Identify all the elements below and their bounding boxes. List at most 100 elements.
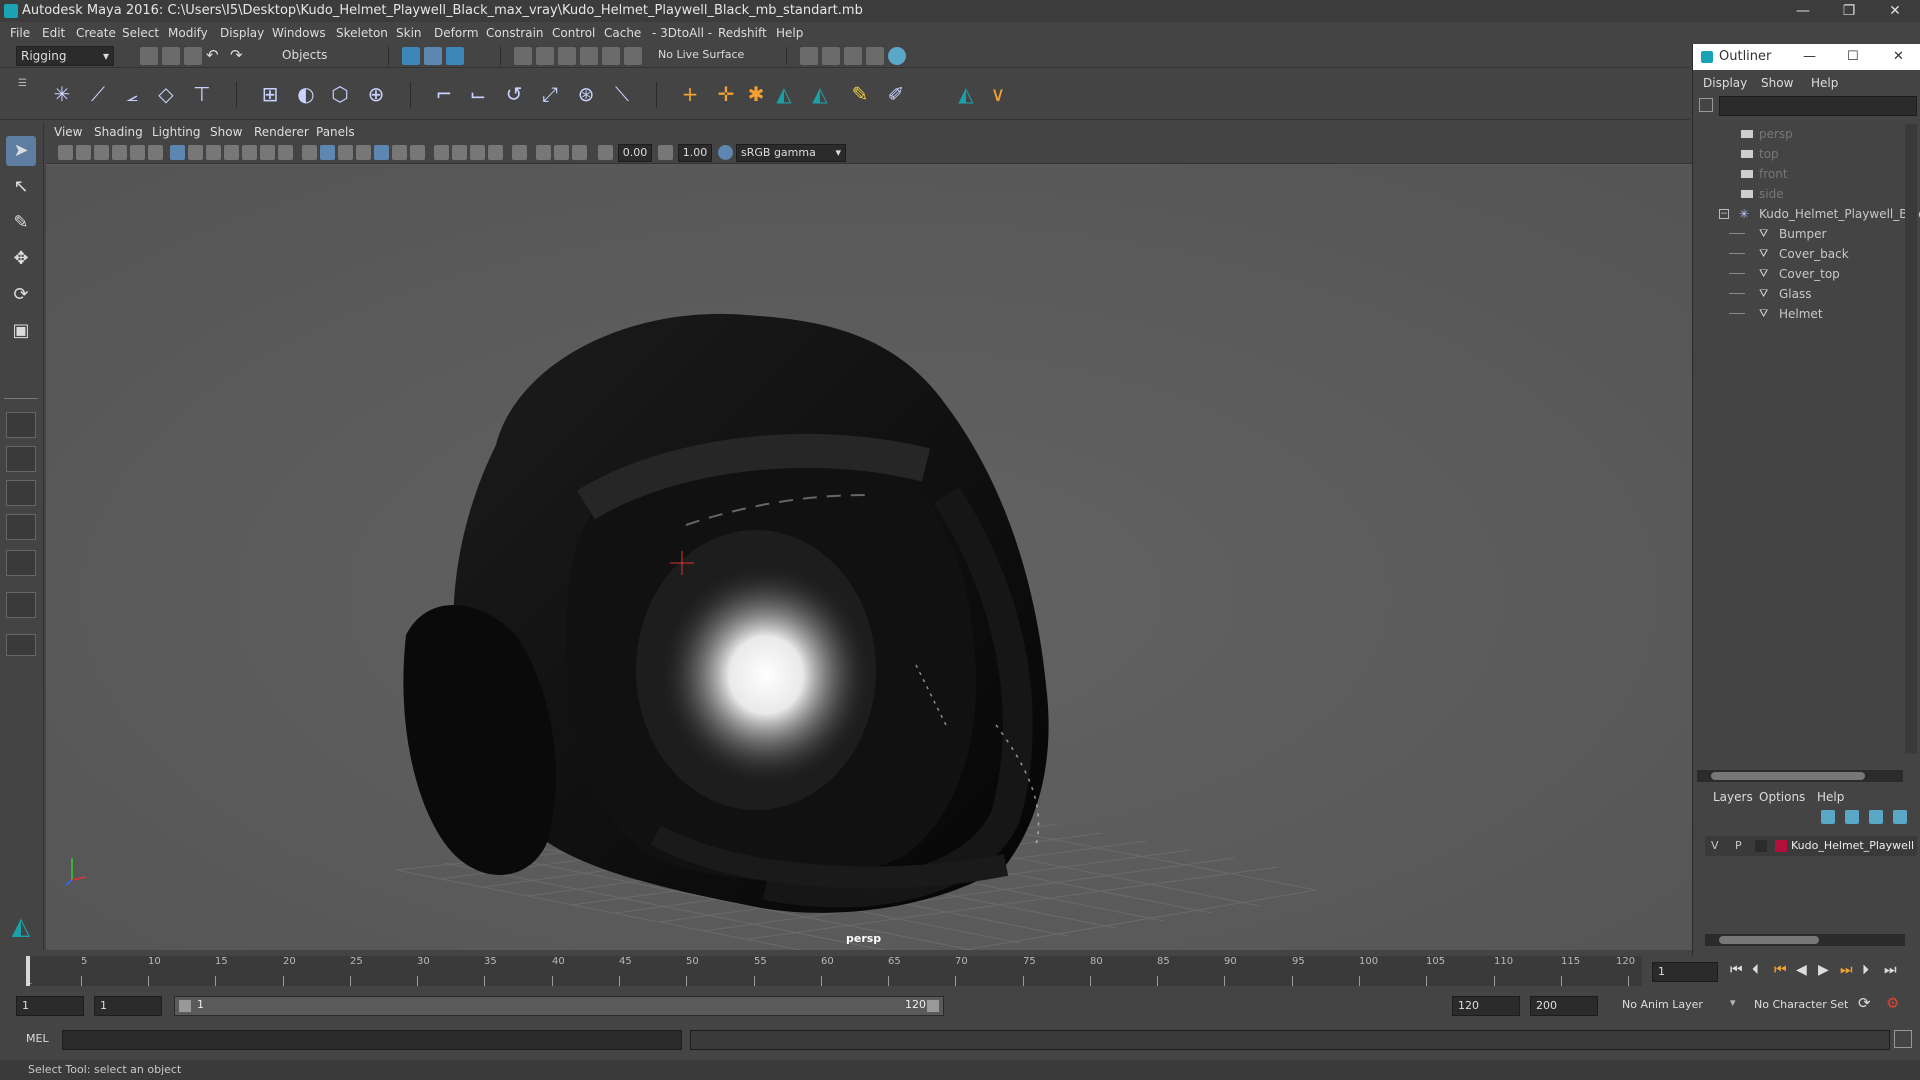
- new-scene-icon[interactable]: [140, 47, 158, 65]
- default-material-icon[interactable]: [338, 145, 353, 160]
- select-by-hierarchy-icon[interactable]: [402, 47, 420, 65]
- layer-visibility-toggle[interactable]: V: [1711, 836, 1719, 856]
- ik-spline-icon[interactable]: ⦟: [118, 80, 146, 108]
- outliner-horizontal-scrollbar[interactable]: [1697, 770, 1903, 782]
- pole-vector-icon[interactable]: ⟍: [608, 80, 636, 108]
- layer-color-swatch[interactable]: [1775, 840, 1787, 852]
- persp-outliner-layout-icon[interactable]: [6, 480, 36, 506]
- selection-mode-dropdown[interactable]: Objects: [278, 46, 378, 66]
- aim-constraint-icon[interactable]: ⊛: [572, 80, 600, 108]
- persp-graph-layout-icon[interactable]: [6, 514, 36, 540]
- maya-home-icon[interactable]: ◭: [6, 912, 36, 942]
- shadows-icon[interactable]: [410, 145, 425, 160]
- menu-edit[interactable]: Edit: [42, 22, 65, 44]
- anti-aliasing-icon[interactable]: [470, 145, 485, 160]
- menu-control[interactable]: Control: [552, 22, 595, 44]
- viewport-menu-show[interactable]: Show: [210, 122, 242, 142]
- time-slider[interactable]: 1 5 10 15 20 25 30 35 40 45 50 55 60 65 …: [0, 950, 1897, 988]
- save-scene-icon[interactable]: [184, 47, 202, 65]
- xray-joints-icon[interactable]: [572, 145, 587, 160]
- motion-blur-icon[interactable]: [452, 145, 467, 160]
- menu-windows[interactable]: Windows: [272, 22, 326, 44]
- shelf-options-icon[interactable]: ☰: [18, 78, 30, 110]
- smooth-shade-icon[interactable]: [320, 145, 335, 160]
- current-frame-field[interactable]: 1: [1652, 962, 1718, 982]
- outliner-item-glass[interactable]: ⛛ Glass: [1693, 284, 1920, 304]
- screen-space-ao-icon[interactable]: [434, 145, 449, 160]
- outliner-vertical-scrollbar[interactable]: [1905, 124, 1917, 754]
- bind-skin-icon[interactable]: ⊞: [256, 80, 284, 108]
- scale-tool-icon[interactable]: ▣: [6, 316, 36, 346]
- outliner-search-input[interactable]: [1719, 96, 1917, 116]
- outliner-menu-help[interactable]: Help: [1811, 76, 1838, 90]
- sculpt-icon[interactable]: ✐: [882, 80, 910, 108]
- move-layer-up-icon[interactable]: [1821, 810, 1835, 824]
- menu-constrain[interactable]: Constrain: [486, 22, 544, 44]
- wireframe-on-shaded-icon[interactable]: [356, 145, 371, 160]
- outliner-item-cover-top[interactable]: ⛛ Cover_top: [1693, 264, 1920, 284]
- new-empty-layer-icon[interactable]: [1869, 810, 1883, 824]
- outliner-item-top[interactable]: top: [1693, 144, 1920, 164]
- outliner-item-side[interactable]: side: [1693, 184, 1920, 204]
- paint-select-icon[interactable]: ✎: [6, 208, 36, 238]
- xray-active-icon[interactable]: [554, 145, 569, 160]
- hik-icon[interactable]: ◭: [952, 80, 980, 108]
- outliner-item-group[interactable]: − ✳ Kudo_Helmet_Playwell_Black_: [1693, 204, 1920, 224]
- menu-skin[interactable]: Skin: [396, 22, 422, 44]
- camera-attributes-icon[interactable]: [76, 145, 91, 160]
- cluster-icon[interactable]: ⊕: [362, 80, 390, 108]
- viewport-menu-renderer[interactable]: Renderer: [254, 122, 309, 142]
- select-by-object-icon[interactable]: [424, 47, 442, 65]
- scrollbar-thumb[interactable]: [1719, 936, 1819, 944]
- outliner-filter-icon[interactable]: [1699, 98, 1713, 112]
- outliner-item-bumper[interactable]: ⛛ Bumper: [1693, 224, 1920, 244]
- close-button[interactable]: ✕: [1872, 0, 1918, 22]
- exposure-icon[interactable]: [598, 145, 613, 160]
- render-current-frame-icon[interactable]: [844, 47, 862, 65]
- mirror-joint-icon[interactable]: ⊤: [188, 80, 216, 108]
- viewport-menu-view[interactable]: View: [54, 122, 82, 142]
- script-editor-icon[interactable]: [1894, 1030, 1912, 1048]
- persp-uv-layout-icon[interactable]: [6, 592, 36, 618]
- gamma-icon[interactable]: [658, 145, 673, 160]
- menu-redshift[interactable]: Redshift: [718, 22, 767, 44]
- scale-constraint-icon[interactable]: ⤢: [536, 80, 564, 108]
- smooth-bind-icon[interactable]: ◐: [292, 80, 320, 108]
- menu-modify[interactable]: Modify: [168, 22, 208, 44]
- lattice-icon[interactable]: ⬡: [326, 80, 354, 108]
- step-forward-frame-icon[interactable]: ⏵: [1862, 962, 1869, 978]
- cluster-handle-icon[interactable]: ✛: [712, 80, 740, 108]
- gate-mask-icon[interactable]: [224, 145, 239, 160]
- layer-row[interactable]: V P Kudo_Helmet_Playwell: [1705, 836, 1917, 856]
- safe-action-icon[interactable]: [260, 145, 275, 160]
- persp-graph-hypershade-layout-icon[interactable]: [6, 550, 36, 576]
- outliner-item-front[interactable]: front: [1693, 164, 1920, 184]
- menu-cache[interactable]: Cache: [604, 22, 641, 44]
- command-language-label[interactable]: MEL: [26, 1032, 49, 1045]
- viewport-menu-lighting[interactable]: Lighting: [152, 122, 201, 142]
- insert-joint-icon[interactable]: ◇: [152, 80, 180, 108]
- grease-pencil-icon[interactable]: [148, 145, 163, 160]
- select-by-component-icon[interactable]: [446, 47, 464, 65]
- color-management-icon[interactable]: [718, 145, 733, 160]
- select-tool-icon[interactable]: ➤: [6, 136, 36, 166]
- go-to-start-icon[interactable]: ⏮: [1730, 962, 1743, 978]
- collapse-icon[interactable]: −: [1719, 209, 1729, 219]
- menuset-dropdown[interactable]: Rigging ▾: [16, 46, 114, 66]
- open-scene-icon[interactable]: [162, 47, 180, 65]
- film-gate-icon[interactable]: [188, 145, 203, 160]
- playback-end-field[interactable]: 120: [1452, 996, 1520, 1016]
- layer-playback-toggle[interactable]: P: [1735, 836, 1742, 856]
- live-surface-label[interactable]: No Live Surface: [658, 48, 744, 61]
- redo-icon[interactable]: ↷: [230, 46, 243, 64]
- snap-view-plane-icon[interactable]: [580, 47, 598, 65]
- bookmark-icon[interactable]: [94, 145, 109, 160]
- menu-deform[interactable]: Deform: [434, 22, 479, 44]
- character-set-dropdown[interactable]: No Character Set: [1754, 998, 1848, 1011]
- step-forward-key-icon[interactable]: ⏭: [1840, 962, 1853, 978]
- go-to-end-icon[interactable]: ⏭: [1884, 962, 1897, 978]
- hypershade-icon[interactable]: [888, 47, 906, 65]
- playback-start-field[interactable]: 1: [94, 996, 162, 1016]
- current-time-indicator[interactable]: [26, 956, 30, 986]
- play-forwards-icon[interactable]: ▶: [1818, 962, 1829, 978]
